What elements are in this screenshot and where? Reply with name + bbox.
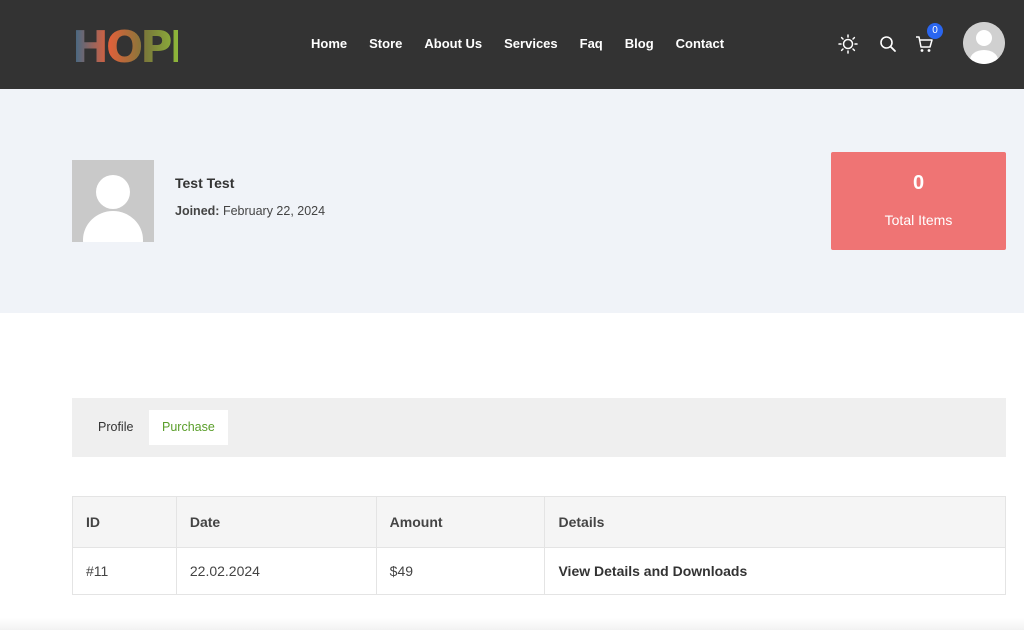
nav-about-us[interactable]: About Us [413, 34, 493, 54]
cell-id: #11 [72, 547, 177, 595]
total-items-value: 0 [912, 172, 925, 194]
site-header: HOPE Home Store About Us Services Faq Bl… [0, 0, 1024, 89]
joined-label: Joined: [175, 204, 220, 218]
total-items-card: 0 Total Items [831, 152, 1006, 250]
cell-details: View Details and Downloads [544, 547, 1006, 595]
user-avatar-icon [963, 22, 1005, 64]
nav-store[interactable]: Store [358, 34, 413, 54]
sun-icon[interactable] [838, 34, 858, 54]
search-icon[interactable] [878, 34, 898, 54]
profile-avatar [72, 160, 154, 242]
nav-services[interactable]: Services [493, 34, 569, 54]
tab-purchase[interactable]: Purchase [149, 410, 228, 445]
footer-edge [0, 618, 1024, 630]
main-nav: Home Store About Us Services Faq Blog Co… [300, 34, 735, 54]
column-header-amount: Amount [375, 496, 546, 548]
cell-date: 22.02.2024 [175, 547, 377, 595]
profile-hero: Test Test Joined: February 22, 2024 0 To… [0, 89, 1024, 313]
table-header-row: ID Date Amount Details [72, 496, 1006, 548]
account-tabs: Profile Purchase [72, 398, 1006, 457]
nav-faq[interactable]: Faq [569, 34, 614, 54]
purchase-table: ID Date Amount Details #11 22.02.2024 $4… [72, 496, 1006, 595]
user-name: Test Test [175, 175, 235, 191]
joined-date: February 22, 2024 [222, 204, 326, 218]
table-row: #11 22.02.2024 $49 View Details and Down… [72, 547, 1006, 595]
cart-count-badge: 0 [927, 23, 943, 39]
view-details-link[interactable]: View Details and Downloads [558, 563, 747, 579]
joined-info: Joined: February 22, 2024 [175, 204, 325, 218]
column-header-date: Date [175, 496, 377, 548]
svg-text:HOPE: HOPE [72, 22, 178, 68]
tab-profile[interactable]: Profile [85, 410, 146, 445]
column-header-id: ID [72, 496, 177, 548]
nav-home[interactable]: Home [300, 34, 358, 54]
user-avatar-button[interactable] [963, 22, 1005, 64]
cell-amount: $49 [375, 547, 546, 595]
total-items-label: Total Items [884, 212, 953, 228]
user-silhouette-icon [72, 160, 154, 242]
site-logo[interactable]: HOPE [72, 22, 178, 68]
nav-blog[interactable]: Blog [614, 34, 665, 54]
nav-contact[interactable]: Contact [665, 34, 735, 54]
column-header-details: Details [544, 496, 1006, 548]
